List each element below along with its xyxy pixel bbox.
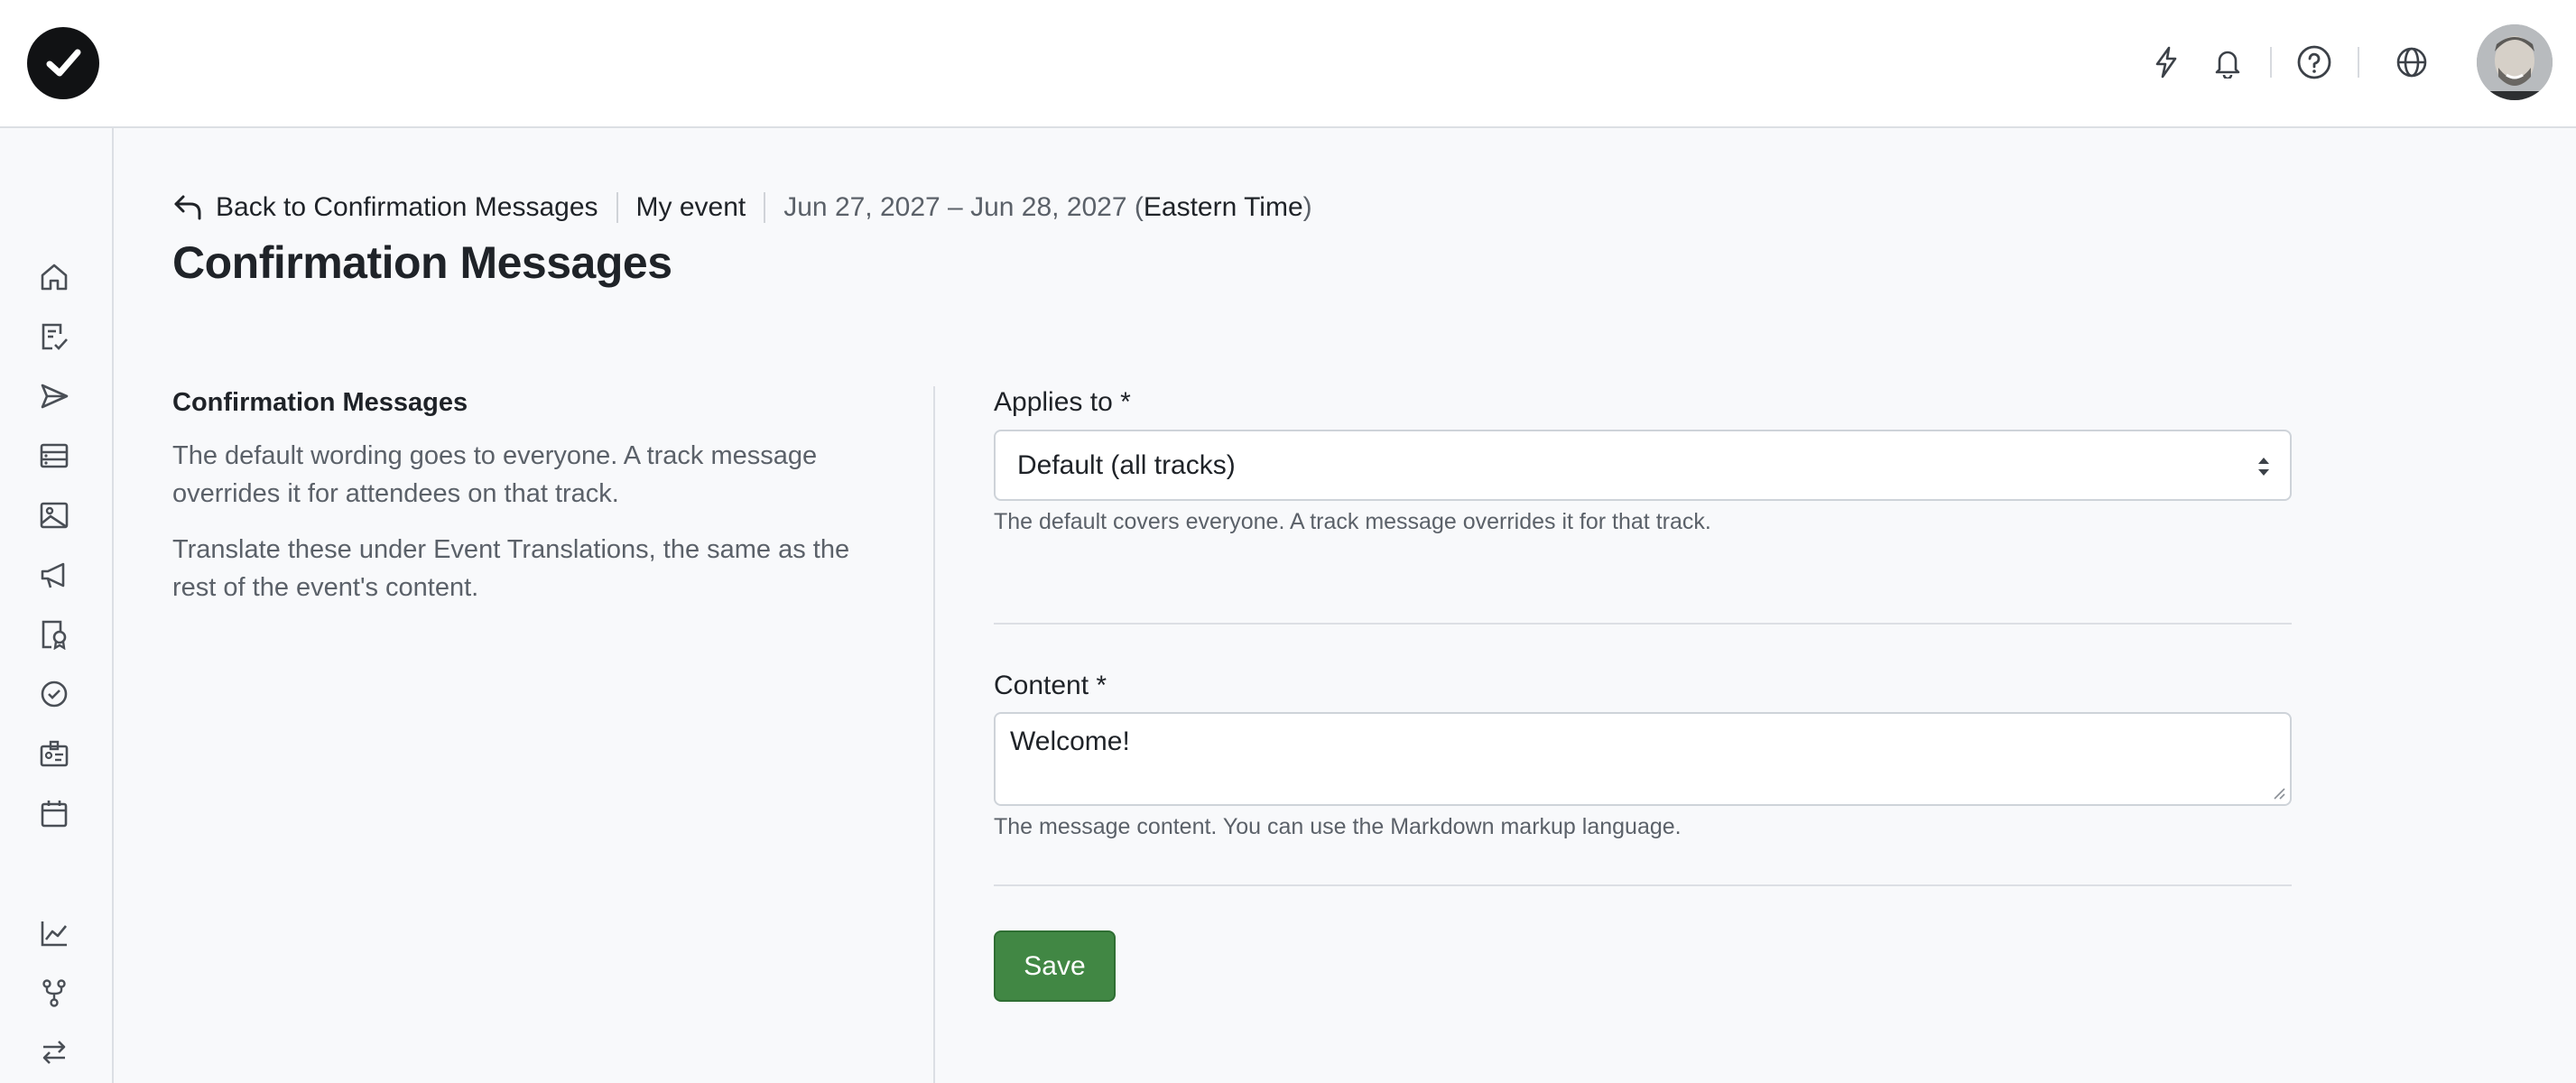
top-bar xyxy=(0,0,2576,128)
home-icon[interactable] xyxy=(36,259,72,295)
page-title: Confirmation Messages xyxy=(172,237,672,288)
event-timezone: Eastern Time xyxy=(1143,192,1303,222)
content-textarea[interactable]: Welcome! xyxy=(994,712,2292,806)
image-icon[interactable] xyxy=(36,497,72,533)
back-link[interactable]: Back to Confirmation Messages xyxy=(172,192,598,223)
back-arrow-icon xyxy=(174,195,201,220)
event-name[interactable]: My event xyxy=(636,192,746,223)
applies-to-select[interactable]: Default (all tracks) xyxy=(994,430,2292,501)
column-divider xyxy=(933,386,935,1083)
sidebar xyxy=(0,128,114,1083)
user-avatar[interactable] xyxy=(2477,24,2553,100)
help-circle-icon[interactable] xyxy=(2296,44,2332,80)
branch-icon[interactable] xyxy=(36,975,72,1011)
content-help: The message content. You can use the Mar… xyxy=(994,814,1682,839)
top-divider xyxy=(2358,47,2359,78)
breadcrumb: Back to Confirmation Messages My event J… xyxy=(172,190,1312,226)
form-check-icon[interactable] xyxy=(36,319,72,355)
section-description-translations: Translate these under Event Translations… xyxy=(172,535,850,602)
content-value: Welcome! xyxy=(1010,727,1130,756)
top-divider xyxy=(2270,47,2272,78)
back-link-label: Back to Confirmation Messages xyxy=(216,192,598,222)
breadcrumb-divider xyxy=(764,192,766,223)
lightning-icon[interactable] xyxy=(2148,44,2184,80)
chart-icon[interactable] xyxy=(36,915,72,951)
form-divider xyxy=(994,623,2292,625)
check-badge-icon[interactable] xyxy=(36,676,72,712)
section-title: Confirmation Messages xyxy=(172,388,468,417)
badge-icon[interactable] xyxy=(36,616,72,653)
event-date-close: ) xyxy=(1302,192,1312,222)
bell-icon[interactable] xyxy=(2210,44,2246,80)
megaphone-icon[interactable] xyxy=(36,557,72,593)
swap-icon[interactable] xyxy=(36,1034,72,1070)
globe-icon[interactable] xyxy=(2394,44,2430,80)
event-date-range: Jun 27, 2027 – Jun 28, 2027 ( xyxy=(783,192,1144,222)
breadcrumb-divider xyxy=(616,192,618,223)
resize-handle-icon[interactable] xyxy=(2272,786,2286,801)
logo-check-icon[interactable] xyxy=(27,27,99,99)
id-card-icon[interactable] xyxy=(36,736,72,772)
applies-to-label: Applies to * xyxy=(994,387,1131,417)
applies-to-help: The default covers everyone. A track mes… xyxy=(994,509,1711,534)
save-button[interactable]: Save xyxy=(994,930,1116,1002)
content-label: Content * xyxy=(994,671,1107,700)
send-icon[interactable] xyxy=(36,378,72,414)
section-description: The default wording goes to everyone. A … xyxy=(172,441,818,508)
form-divider xyxy=(994,884,2292,886)
select-arrows-icon xyxy=(2258,458,2269,476)
applies-to-value: Default (all tracks) xyxy=(1017,449,1236,480)
list-icon[interactable] xyxy=(36,438,72,474)
calendar-icon[interactable] xyxy=(36,795,72,831)
